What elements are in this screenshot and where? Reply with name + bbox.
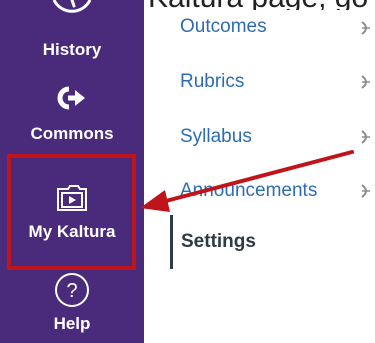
annotation-arrow [140,150,354,212]
